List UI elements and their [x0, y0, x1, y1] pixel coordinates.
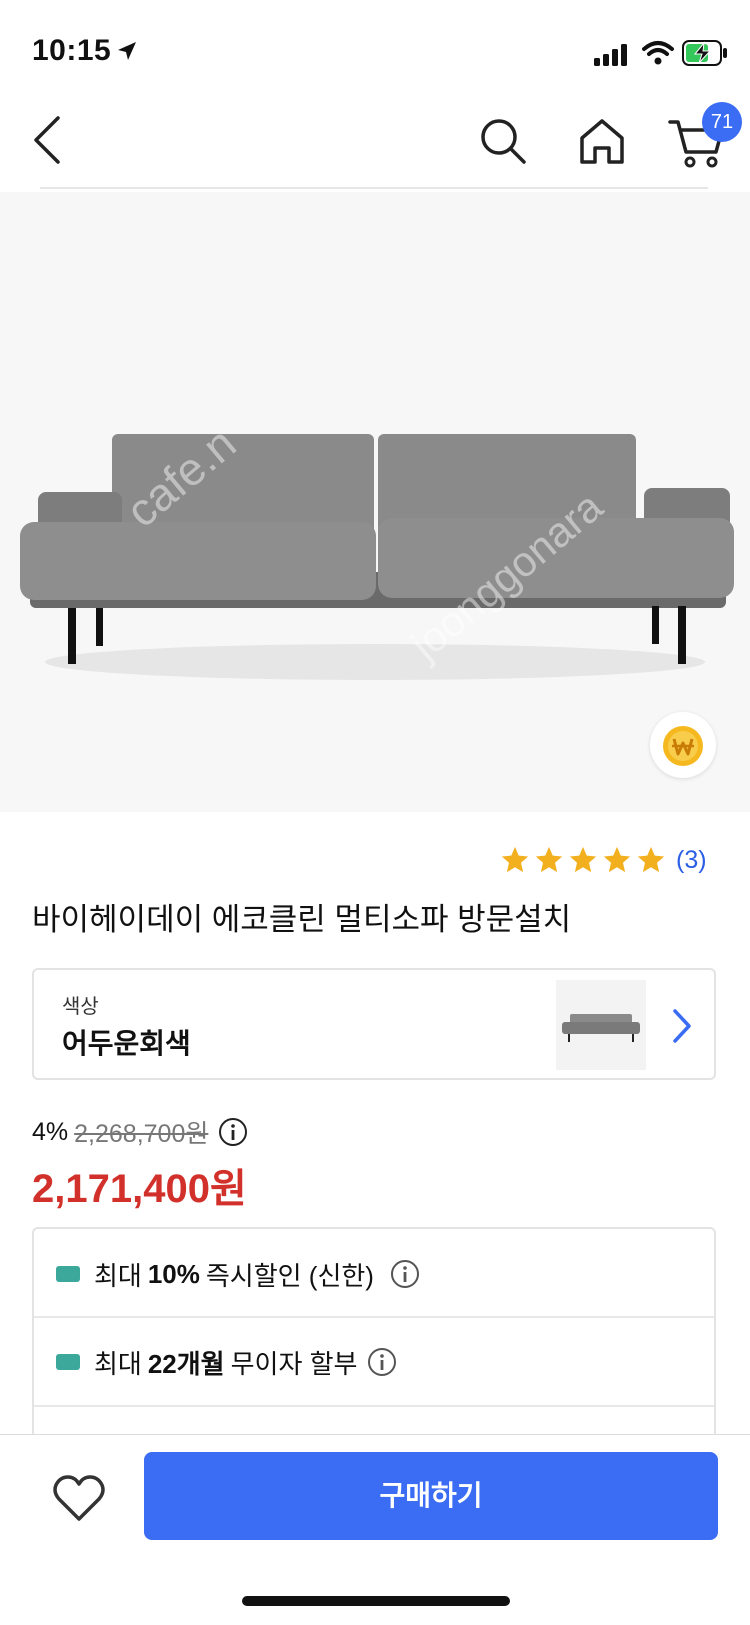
card-icon: [56, 1354, 80, 1370]
benefit-highlight: 22개월: [147, 1348, 225, 1379]
home-icon: [580, 119, 624, 164]
location-arrow-icon: [116, 40, 138, 67]
info-icon[interactable]: [390, 1259, 420, 1289]
benefit-prefix: 최대: [94, 1348, 142, 1379]
won-coin-icon: [663, 726, 703, 766]
star-icon: [535, 846, 563, 873]
cellular-signal-icon: [594, 44, 630, 71]
discount-percent: 4%: [32, 1117, 69, 1146]
status-bar: [0, 0, 750, 100]
card-icon: [56, 1266, 80, 1282]
benefit-installment[interactable]: 최대 22개월 무이자 할부: [34, 1318, 714, 1406]
product-image[interactable]: cafe.n joonggonara: [0, 192, 750, 812]
cart-count-badge: 71: [702, 102, 742, 142]
search-icon: [481, 119, 526, 164]
benefit-highlight: 10%: [147, 1258, 200, 1289]
benefit-suffix: 즉시할인 (신한): [205, 1260, 374, 1291]
info-icon[interactable]: [218, 1117, 248, 1147]
chevron-left-icon: [34, 116, 60, 164]
sofa-illustration: [20, 434, 734, 680]
home-button[interactable]: [576, 116, 628, 168]
status-time: 10:15: [32, 34, 112, 67]
original-price: 2,268,700원: [74, 1120, 209, 1148]
benefit-divider: [34, 1405, 714, 1407]
star-icon: [637, 846, 665, 873]
battery-charging-icon: [682, 40, 728, 71]
star-icon: [569, 846, 597, 873]
option-value: 어두운회색: [62, 1028, 191, 1059]
star-icon: [603, 846, 631, 873]
product-rating[interactable]: (3): [500, 840, 707, 880]
back-button[interactable]: [28, 112, 68, 168]
discount-row: 4% 2,268,700원: [32, 1114, 248, 1150]
wishlist-button[interactable]: [52, 1474, 106, 1524]
buy-button[interactable]: 구매하기: [144, 1452, 718, 1540]
info-icon[interactable]: [367, 1347, 397, 1377]
benefit-prefix: 최대: [94, 1260, 142, 1291]
product-title: 바이헤이데이 에코클린 멀티소파 방문설치: [32, 902, 572, 937]
chevron-right-icon: [670, 1006, 694, 1051]
heart-icon: [53, 1475, 105, 1521]
star-icon: [501, 846, 529, 873]
sofa-thumbnail-image: [562, 1014, 640, 1042]
search-button[interactable]: [478, 116, 530, 168]
sale-price: 2,171,400원: [32, 1167, 247, 1211]
top-navigation-bar: [0, 100, 750, 188]
benefit-suffix: 무이자 할부: [230, 1348, 358, 1379]
home-indicator: [242, 1596, 510, 1606]
coin-badge[interactable]: [650, 712, 716, 778]
benefit-instant-discount[interactable]: 최대 10% 즉시할인 (신한): [34, 1230, 714, 1318]
option-label: 색상: [62, 996, 99, 1018]
option-thumbnail: [556, 980, 646, 1070]
review-count[interactable]: (3): [676, 846, 707, 875]
wifi-icon: [642, 40, 674, 71]
header-divider: [40, 187, 708, 189]
